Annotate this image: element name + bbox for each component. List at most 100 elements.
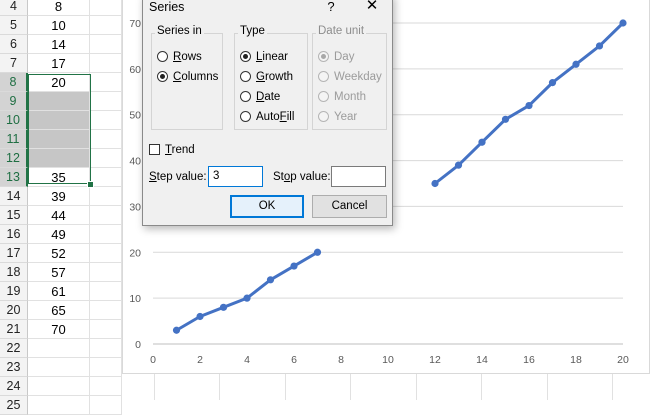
row-header[interactable]: 9 <box>0 92 28 111</box>
cell[interactable]: 44 <box>28 206 90 225</box>
linear-radio-circle[interactable] <box>240 51 251 62</box>
growth-label-key: G <box>256 71 265 83</box>
cell[interactable]: 20 <box>28 73 90 92</box>
weekday-radio-circle <box>318 71 329 82</box>
cell[interactable] <box>90 225 122 244</box>
row-header[interactable]: 22 <box>0 339 28 358</box>
trend-checkbox[interactable]: Trend <box>149 142 195 158</box>
step-value-label: Step value: <box>149 171 207 183</box>
cell[interactable] <box>90 244 122 263</box>
cell[interactable] <box>90 54 122 73</box>
cell[interactable]: 49 <box>28 225 90 244</box>
rows-radio-circle[interactable] <box>157 51 168 62</box>
linear-radio[interactable]: Linear <box>240 49 288 65</box>
cell[interactable] <box>90 320 122 339</box>
columns-label-post: olumns <box>181 71 219 83</box>
cell[interactable] <box>90 263 122 282</box>
cell[interactable] <box>28 396 90 415</box>
row-header[interactable]: 11 <box>0 130 28 149</box>
cell[interactable]: 35 <box>28 168 90 187</box>
autofill-radio[interactable]: AutoFill <box>240 109 294 125</box>
row-header[interactable]: 12 <box>0 149 28 168</box>
cell[interactable] <box>90 358 122 377</box>
close-icon[interactable]: ✕ <box>361 0 383 15</box>
row-header[interactable]: 13 <box>0 168 28 187</box>
row-header[interactable]: 20 <box>0 301 28 320</box>
row-header[interactable]: 16 <box>0 225 28 244</box>
cell[interactable] <box>90 396 122 415</box>
cell[interactable] <box>90 111 122 130</box>
cell[interactable] <box>28 130 90 149</box>
cell[interactable] <box>28 377 90 396</box>
cell[interactable]: 8 <box>28 0 90 16</box>
fill-handle[interactable] <box>87 181 94 188</box>
row-header[interactable]: 5 <box>0 16 28 35</box>
cell[interactable] <box>90 130 122 149</box>
cell[interactable] <box>90 16 122 35</box>
cell[interactable] <box>28 358 90 377</box>
cell[interactable] <box>90 168 122 187</box>
row-header[interactable]: 23 <box>0 358 28 377</box>
row-header[interactable]: 4 <box>0 0 28 16</box>
data-point <box>525 101 533 110</box>
cell[interactable] <box>28 339 90 358</box>
cell[interactable]: 10 <box>28 16 90 35</box>
trend-checkbox-box[interactable] <box>149 144 160 155</box>
date-unit-title: Date unit <box>316 25 367 37</box>
data-point <box>572 60 580 68</box>
cell[interactable] <box>28 149 90 168</box>
cell[interactable] <box>90 187 122 206</box>
autofill-radio-circle[interactable] <box>240 111 251 122</box>
cell[interactable] <box>90 377 122 396</box>
row-header[interactable]: 21 <box>0 320 28 339</box>
cell[interactable] <box>90 282 122 301</box>
rows-radio[interactable]: Rows <box>157 49 202 65</box>
cell[interactable] <box>90 339 122 358</box>
columns-radio[interactable]: Columns <box>157 69 218 85</box>
columns-radio-circle[interactable] <box>157 71 168 82</box>
growth-radio[interactable]: Growth <box>240 69 293 85</box>
year-radio: Year <box>318 109 357 125</box>
cell[interactable]: 70 <box>28 320 90 339</box>
row-header[interactable]: 19 <box>0 282 28 301</box>
row-header[interactable]: 15 <box>0 206 28 225</box>
help-icon[interactable]: ? <box>323 0 339 14</box>
y-tick-label: 10 <box>129 293 141 305</box>
row-header[interactable]: 7 <box>0 54 28 73</box>
day-radio-circle <box>318 51 329 62</box>
growth-radio-circle[interactable] <box>240 71 251 82</box>
row-header[interactable]: 14 <box>0 187 28 206</box>
row-header[interactable]: 17 <box>0 244 28 263</box>
cell[interactable]: 57 <box>28 263 90 282</box>
cell[interactable]: 39 <box>28 187 90 206</box>
cell[interactable] <box>90 206 122 225</box>
cell[interactable] <box>90 0 122 16</box>
row-header[interactable]: 18 <box>0 263 28 282</box>
cell[interactable]: 52 <box>28 244 90 263</box>
autofill-label-key: F <box>279 111 287 123</box>
date-radio[interactable]: Date <box>240 89 280 105</box>
cell[interactable] <box>90 73 122 92</box>
cell[interactable]: 65 <box>28 301 90 320</box>
row-header[interactable]: 6 <box>0 35 28 54</box>
date-radio-circle[interactable] <box>240 91 251 102</box>
cell[interactable] <box>28 111 90 130</box>
cell[interactable] <box>90 35 122 54</box>
row-header[interactable]: 25 <box>0 396 28 415</box>
cancel-button[interactable]: Cancel <box>312 195 387 218</box>
cell[interactable]: 14 <box>28 35 90 54</box>
cell[interactable]: 17 <box>28 54 90 73</box>
cell[interactable] <box>90 92 122 111</box>
cell[interactable]: 61 <box>28 282 90 301</box>
row-header[interactable]: 24 <box>0 377 28 396</box>
cell[interactable] <box>90 149 122 168</box>
row-header[interactable]: 8 <box>0 73 28 92</box>
y-tick-label: 40 <box>129 156 141 168</box>
cell[interactable] <box>90 301 122 320</box>
step-value-input[interactable]: 3 <box>208 166 263 187</box>
row-header[interactable]: 10 <box>0 111 28 130</box>
data-point <box>172 326 181 334</box>
cell[interactable] <box>28 92 90 111</box>
ok-button[interactable]: OK <box>230 195 304 218</box>
stop-value-input[interactable] <box>331 166 386 187</box>
